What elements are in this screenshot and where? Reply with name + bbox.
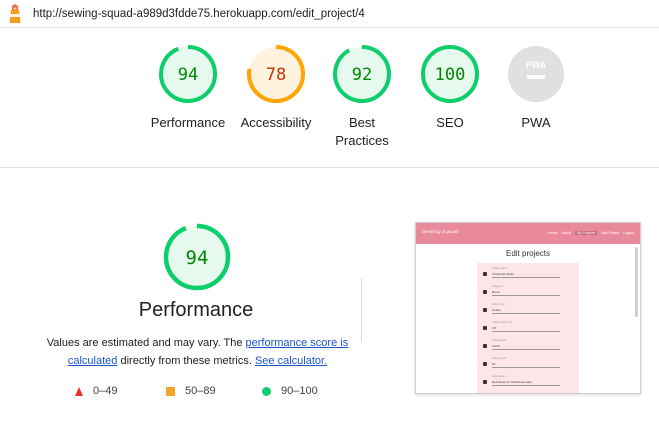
thumb-form-row: Hours spent 10 bbox=[483, 357, 569, 371]
field-icon bbox=[483, 380, 487, 384]
legend-average: 50–89 bbox=[166, 384, 216, 398]
thumb-nav-link: Logout bbox=[623, 231, 634, 235]
legend-pass-label: 90–100 bbox=[281, 385, 318, 397]
field-icon bbox=[483, 290, 487, 294]
thumb-field-value: 12/10 bbox=[492, 344, 500, 348]
thumb-field-value: 10 bbox=[492, 362, 496, 366]
thumb-field-value: Red dress for Christmas party. bbox=[492, 380, 533, 384]
accessibility-gauge: 78 bbox=[247, 45, 305, 103]
thumb-nav-links: Home About My Projects Add Project Logou… bbox=[548, 231, 634, 235]
thumb-field-label: Date started bbox=[492, 339, 507, 342]
field-icon bbox=[483, 272, 487, 276]
thumb-scrollbar bbox=[635, 247, 638, 317]
field-icon bbox=[483, 326, 487, 330]
thumb-form: Project name Christmas dress Category* Dre… bbox=[477, 263, 579, 393]
accessibility-score: 78 bbox=[266, 65, 286, 85]
thumb-navbar: Sewing Squad Home About My Projects Add … bbox=[416, 223, 640, 244]
performance-detail-score: 94 bbox=[186, 247, 209, 269]
page-url[interactable]: http://sewing-squad-a989d3fdde75.herokua… bbox=[33, 8, 365, 20]
lighthouse-icon bbox=[9, 4, 21, 23]
divider bbox=[361, 278, 362, 342]
seo-score: 100 bbox=[435, 65, 466, 85]
best-practices-score: 92 bbox=[352, 65, 372, 85]
divider bbox=[0, 27, 659, 28]
thumb-nav-link: My Projects bbox=[574, 231, 598, 235]
legend-fail-label: 0–49 bbox=[93, 385, 118, 397]
performance-score: 94 bbox=[178, 65, 198, 85]
best-practices-label: Best Practices bbox=[335, 115, 389, 148]
thumb-field-label: Category* bbox=[492, 285, 504, 288]
see-calculator-link[interactable]: See calculator. bbox=[255, 355, 327, 367]
best-practices-gauge: 92 bbox=[333, 45, 391, 103]
field-icon bbox=[483, 308, 487, 312]
thumb-form-row: Description Red dress for Christmas party… bbox=[483, 375, 569, 389]
thumb-field-label: Description bbox=[492, 375, 505, 378]
thumb-field-value: 2.5 bbox=[492, 326, 497, 330]
thumb-field-label: Project name bbox=[492, 267, 508, 270]
triangle-icon bbox=[75, 386, 83, 396]
performance-gauge: 94 bbox=[159, 45, 217, 103]
thumb-nav-link: Home bbox=[548, 231, 558, 235]
legend-pass: 90–100 bbox=[262, 384, 318, 398]
thumb-nav-link: Add Project bbox=[601, 231, 620, 235]
thumb-form-row: Fabric length (m) 2.5 bbox=[483, 321, 569, 335]
legend-average-label: 50–89 bbox=[185, 385, 216, 397]
circle-icon bbox=[262, 386, 271, 396]
field-icon bbox=[483, 344, 487, 348]
performance-title: Performance bbox=[138, 299, 254, 321]
gauge-pwa[interactable]: PWA PWA bbox=[481, 44, 591, 132]
performance-description: Values are estimated and may vary. The p… bbox=[40, 334, 355, 370]
thumb-nav-link: About bbox=[561, 231, 571, 235]
thumb-field-value: Christmas dress bbox=[492, 272, 514, 276]
thumb-form-row: Fabric type Cotton bbox=[483, 303, 569, 317]
thumb-heading: Edit projects bbox=[505, 249, 551, 258]
thumb-field-label: Fabric type bbox=[492, 303, 505, 306]
thumb-form-row: Date started 12/10 bbox=[483, 339, 569, 353]
seo-gauge: 100 bbox=[421, 45, 479, 103]
pwa-badge-icon: PWA bbox=[508, 46, 564, 102]
pwa-label: PWA bbox=[521, 115, 551, 130]
thumb-field-label: Hours spent bbox=[492, 357, 506, 360]
field-icon bbox=[483, 362, 487, 366]
divider bbox=[0, 167, 659, 168]
thumb-field-value: Cotton bbox=[492, 308, 501, 312]
performance-detail-gauge: 94 bbox=[163, 223, 231, 291]
url-bar: http://sewing-squad-a989d3fdde75.herokua… bbox=[0, 0, 659, 28]
pwa-badge-text: PWA bbox=[526, 60, 547, 70]
thumb-form-row: Project name Christmas dress bbox=[483, 267, 569, 281]
thumb-form-row: Category* Dress bbox=[483, 285, 569, 299]
square-icon bbox=[166, 386, 175, 396]
page-screenshot-thumbnail[interactable]: Sewing Squad Home About My Projects Add … bbox=[415, 222, 641, 394]
desc-text: directly from these metrics. bbox=[117, 355, 255, 367]
legend-fail: 0–49 bbox=[75, 384, 117, 398]
thumb-brand: Sewing Squad bbox=[422, 229, 459, 235]
thumb-field-value: Dress bbox=[492, 290, 500, 294]
thumb-field-label: Fabric length (m) bbox=[492, 321, 512, 324]
desc-text: Values are estimated and may vary. The bbox=[46, 337, 246, 349]
